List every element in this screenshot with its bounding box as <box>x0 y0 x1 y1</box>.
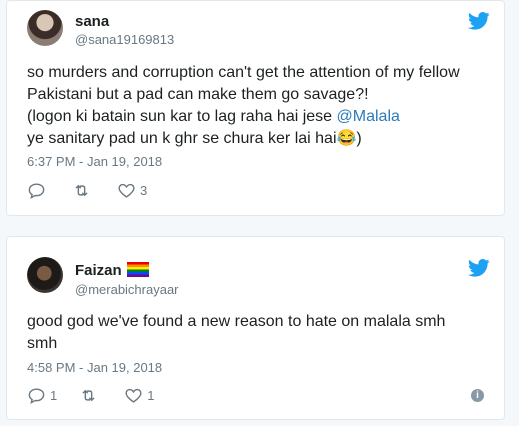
user-name-row: Faizan <box>75 262 149 279</box>
info-icon[interactable]: i <box>471 389 484 402</box>
text-line: good god we've found a new reason to hat… <box>27 313 446 330</box>
retweet-button[interactable] <box>79 386 102 405</box>
reply-icon <box>28 183 45 200</box>
like-button[interactable]: 3 <box>117 181 147 200</box>
text-line: (logon ki batain sun kar to lag raha hai… <box>27 108 337 125</box>
user-name[interactable]: sana <box>75 13 109 30</box>
action-bar: 3 <box>27 181 169 200</box>
tweet-card: Faizan @merabichrayaar good god we've fo… <box>6 236 505 420</box>
avatar[interactable] <box>27 257 63 293</box>
retweet-icon <box>75 184 88 197</box>
tweet-card: sana @sana19169813 so murders and corrup… <box>6 0 505 216</box>
like-heart-icon <box>125 388 142 403</box>
user-handle[interactable]: @sana19169813 <box>75 32 174 47</box>
reply-button[interactable]: 1 <box>27 386 57 405</box>
reply-count: 1 <box>50 388 58 403</box>
avatar[interactable] <box>27 10 63 46</box>
action-bar: 1 1 <box>27 386 176 405</box>
text-line: smh <box>27 335 58 352</box>
tweet-text: good god we've found a new reason to hat… <box>27 311 486 355</box>
like-count: 3 <box>140 183 148 198</box>
retweet-icon <box>82 389 95 402</box>
twitter-bird-icon[interactable] <box>468 259 490 277</box>
text-line: so murders and corruption can't get the … <box>27 64 460 81</box>
timestamp[interactable]: 4:58 PM - Jan 19, 2018 <box>27 360 162 375</box>
text-line: Pakistani but a pad can make them go sav… <box>27 86 369 103</box>
rainbow-flag-icon <box>126 262 149 277</box>
user-name[interactable]: Faizan <box>75 262 122 279</box>
reply-button[interactable] <box>27 181 50 200</box>
tweet-text: so murders and corruption can't get the … <box>27 62 486 150</box>
mention-link[interactable]: @Malala <box>337 108 400 125</box>
like-count: 1 <box>147 388 155 403</box>
text-line: ye sanitary pad un k ghr se chura ker la… <box>27 130 362 147</box>
like-button[interactable]: 1 <box>124 386 154 405</box>
twitter-bird-icon[interactable] <box>468 12 490 30</box>
timestamp[interactable]: 6:37 PM - Jan 19, 2018 <box>27 154 162 169</box>
reply-icon <box>28 388 45 405</box>
like-heart-icon <box>118 183 135 198</box>
retweet-button[interactable] <box>72 181 95 200</box>
user-handle[interactable]: @merabichrayaar <box>75 282 179 297</box>
